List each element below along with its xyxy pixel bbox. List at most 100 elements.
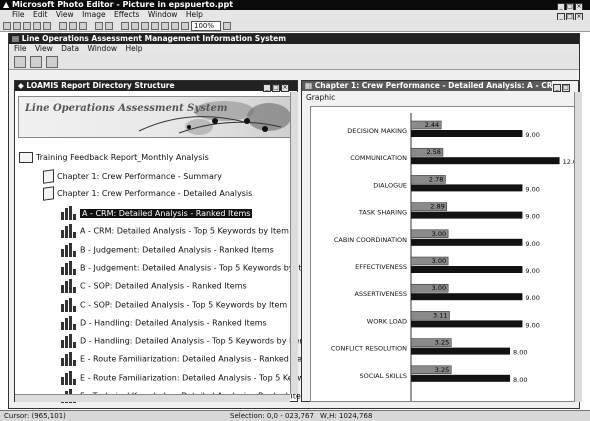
cut-icon[interactable]	[59, 21, 67, 30]
menu-file[interactable]: File	[12, 10, 25, 19]
left-minimize-icon[interactable]: _	[263, 84, 271, 92]
print-report-icon[interactable]	[30, 55, 42, 68]
report-icon[interactable]	[14, 55, 26, 68]
bar-label-series-1: 3.00	[432, 284, 446, 292]
undo-icon[interactable]	[95, 21, 103, 30]
category-label: ASSERTIVENESS	[354, 290, 407, 298]
menu-help[interactable]: Help	[186, 10, 203, 19]
chart-area: DECISION MAKING 2.44 9.00 COMMUNICATION 2.58…	[310, 106, 581, 402]
category-label: CONFLICT RESOLUTION	[331, 345, 407, 353]
status-bar: Cursor: (965,101) Selection: 0,0 - 023,7…	[0, 410, 590, 421]
right-maximize-icon[interactable]: □	[562, 84, 570, 92]
bar-label-series-1: 2.44	[425, 121, 439, 129]
left-scrollbar-vertical[interactable]	[290, 92, 298, 394]
bar-label-series-2: 9.00	[525, 321, 539, 329]
print-icon[interactable]	[33, 21, 41, 30]
bar-series-2	[411, 266, 523, 273]
chart-window-icon: ▦	[305, 81, 313, 90]
bar-series-2	[411, 374, 511, 382]
copy-icon[interactable]	[69, 21, 77, 30]
tree-report-label: D - Handling: Detailed Analysis - Top 5 …	[80, 336, 308, 346]
paste-icon[interactable]	[79, 21, 87, 30]
right-panel-title-bar: ▦ Chapter 1: Crew Performance - Detailed…	[302, 81, 552, 91]
chapter-label: Chapter 1: Crew Performance - Detailed A…	[57, 189, 253, 198]
tree-report-item[interactable]: A - CRM: Detailed Analysis - Top 5 Keywo…	[61, 224, 289, 239]
bar-chart-icon	[61, 224, 76, 239]
right-minimize-icon[interactable]: _	[553, 84, 561, 92]
tree-chapter-summary[interactable]: Chapter 1: Crew Performance - Summary	[43, 169, 222, 184]
inner-menu-window[interactable]: Window	[87, 44, 117, 53]
category-label: DIALOGUE	[373, 181, 407, 189]
inner-menu-view[interactable]: View	[35, 44, 53, 53]
inner-menu-data[interactable]: Data	[61, 44, 79, 53]
bar-label-series-1: 2.58	[426, 148, 440, 156]
tree-report-label: C - SOP: Detailed Analysis - Ranked Item…	[80, 281, 247, 291]
category-label: COMMUNICATION	[350, 154, 407, 162]
bar-chart-icon	[61, 334, 76, 349]
open-icon[interactable]	[13, 21, 21, 30]
tree-report-label: B - Judgement: Detailed Analysis - Top 5…	[80, 263, 315, 273]
inner-title: Line Operations Assessment Management In…	[21, 34, 287, 43]
folder-icon: ◆	[18, 81, 24, 90]
bar-chart-icon	[61, 206, 76, 220]
inner-title-bar: ▤ Line Operations Assessment Management …	[9, 34, 579, 44]
bar-label-series-2: 9.00	[525, 213, 539, 221]
tree-report-item[interactable]: A - CRM: Detailed Analysis - Ranked Item…	[61, 206, 253, 220]
left-maximize-icon[interactable]: □	[272, 84, 280, 92]
status-cursor: Cursor: (965,101)	[4, 412, 66, 420]
tree-report-item[interactable]: C - SOP: Detailed Analysis - Ranked Item…	[61, 279, 247, 294]
right-panel-title: Chapter 1: Crew Performance - Detailed A…	[314, 81, 552, 90]
menu-view[interactable]: View	[56, 10, 74, 19]
inner-toolbar	[9, 54, 579, 70]
bar-label-series-2: 9.00	[525, 240, 539, 248]
inner-menu-file[interactable]: File	[14, 44, 27, 53]
book-icon	[43, 169, 54, 184]
bar-chart-icon	[61, 315, 76, 330]
save-icon[interactable]	[23, 21, 31, 30]
app-menu-bar: File Edit View Image Effects Window Help	[0, 10, 590, 20]
graphic-tab[interactable]: Graphic	[306, 93, 335, 102]
chevron-down-icon[interactable]	[223, 21, 231, 30]
menu-edit[interactable]: Edit	[33, 10, 48, 19]
menu-effects[interactable]: Effects	[114, 10, 140, 19]
zoom-icon[interactable]	[131, 21, 139, 30]
folder-open-icon	[19, 152, 33, 163]
select-icon[interactable]	[121, 21, 129, 30]
scan-icon[interactable]	[43, 21, 51, 30]
tree-report-item[interactable]: E - Route Familiarization: Detailed Anal…	[61, 352, 314, 367]
menu-image[interactable]: Image	[82, 10, 106, 19]
status-wh: W,H: 1024,768	[320, 412, 373, 420]
exit-icon[interactable]	[46, 55, 58, 68]
redo-icon[interactable]	[105, 21, 113, 30]
bar-label-series-1: 3.00	[432, 230, 446, 238]
tree-report-item[interactable]: D - Handling: Detailed Analysis - Top 5 …	[61, 334, 308, 349]
zoom-select[interactable]: 100%	[191, 20, 221, 31]
text-icon[interactable]	[181, 21, 189, 30]
tree-root[interactable]: Training Feedback Report_Monthly Analysi…	[19, 152, 209, 164]
smudge-icon[interactable]	[151, 21, 159, 30]
menu-window[interactable]: Window	[148, 10, 178, 19]
left-close-icon[interactable]: ×	[281, 84, 289, 92]
right-scrollbar-vertical[interactable]	[574, 92, 582, 402]
left-panel-controls: _ □ ×	[262, 82, 289, 92]
category-label: TASK SHARING	[358, 209, 407, 217]
right-panel-controls: _ □	[552, 82, 570, 92]
tree-view: Training Feedback Report_Monthly Analysi…	[15, 142, 334, 403]
inner-menu-bar: File View Data Window Help	[9, 44, 579, 54]
tree-report-item[interactable]: C - SOP: Detailed Analysis - Top 5 Keywo…	[61, 297, 287, 312]
crop-icon[interactable]	[141, 21, 149, 30]
tree-report-item[interactable]: D - Handling: Detailed Analysis - Ranked…	[61, 315, 267, 330]
new-icon[interactable]	[3, 21, 11, 30]
tree-chapter-detailed[interactable]: Chapter 1: Crew Performance - Detailed A…	[43, 186, 253, 201]
inner-menu-help[interactable]: Help	[125, 44, 142, 53]
bar-series-2	[411, 293, 523, 301]
left-scrollbar-horizontal[interactable]	[15, 394, 290, 402]
bar-label-series-2: 9.00	[525, 294, 539, 302]
bar-chart: DECISION MAKING 2.44 9.00 COMMUNICATION 2.58…	[331, 113, 581, 401]
tree-report-item[interactable]: B - Judgement: Detailed Analysis - Ranke…	[61, 242, 274, 257]
bar-label-series-2: 9.00	[525, 131, 539, 139]
bar-label-series-2: 8.00	[513, 376, 527, 384]
eyedropper-icon[interactable]	[171, 21, 179, 30]
tree-report-item[interactable]: B - Judgement: Detailed Analysis - Top 5…	[61, 260, 315, 275]
sharpen-icon[interactable]	[161, 21, 169, 30]
